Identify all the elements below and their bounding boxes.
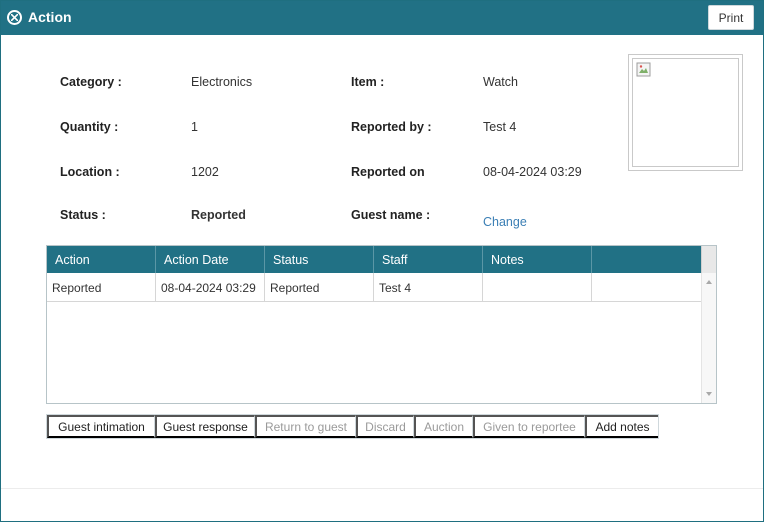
item-value: Watch: [483, 75, 518, 89]
cell-action: Reported: [47, 273, 156, 301]
print-button[interactable]: Print: [708, 5, 754, 30]
change-guest-link[interactable]: Change: [483, 215, 527, 229]
status-label: Status :: [60, 208, 106, 222]
item-label: Item :: [351, 75, 385, 89]
table-row[interactable]: Reported 08-04-2024 03:29 Reported Test …: [47, 273, 702, 302]
cell-extra: [592, 273, 702, 301]
reported-on-value: 08-04-2024 03:29: [483, 165, 582, 179]
action-history-grid: Action Action Date Status Staff Notes Re…: [46, 245, 717, 404]
add-notes-button[interactable]: Add notes: [585, 415, 658, 438]
reported-on-label: Reported on: [351, 165, 425, 179]
reported-by-label: Reported by :: [351, 120, 432, 134]
photo-frame: [632, 58, 739, 167]
guest-name-label: Guest name :: [351, 208, 431, 222]
quantity-label: Quantity :: [60, 120, 119, 134]
cell-notes: [483, 273, 592, 301]
auction-button: Auction: [414, 415, 473, 438]
return-to-guest-button: Return to guest: [255, 415, 356, 438]
category-label: Category :: [60, 75, 122, 89]
item-photo: [628, 54, 743, 171]
location-label: Location :: [60, 165, 120, 179]
given-to-reportee-button: Given to reportee: [473, 415, 585, 438]
title-bar: Action Print: [1, 1, 763, 35]
discard-button: Discard: [356, 415, 414, 438]
guest-intimation-button[interactable]: Guest intimation: [47, 415, 155, 438]
cell-status: Reported: [265, 273, 374, 301]
reported-by-value: Test 4: [483, 120, 517, 134]
column-header-action-date[interactable]: Action Date: [156, 246, 265, 273]
action-dialog: Action Print Category : Electronics Item…: [0, 0, 764, 522]
scroll-up-icon[interactable]: [706, 280, 712, 284]
grid-vertical-scrollbar[interactable]: [701, 273, 716, 403]
status-value: Reported: [191, 208, 246, 222]
cell-staff: Test 4: [374, 273, 483, 301]
cell-action-date: 08-04-2024 03:29: [156, 273, 265, 301]
scroll-down-icon[interactable]: [706, 392, 712, 396]
category-value: Electronics: [191, 75, 253, 89]
location-value: 1202: [191, 165, 219, 179]
scroll-corner: [701, 246, 716, 273]
column-header-extra: [592, 246, 702, 273]
column-header-staff[interactable]: Staff: [374, 246, 483, 273]
grid-header: Action Action Date Status Staff Notes: [47, 246, 702, 273]
action-button-bar: Guest intimation Guest response Return t…: [46, 414, 659, 439]
column-header-status[interactable]: Status: [265, 246, 374, 273]
dialog-title: Action: [28, 9, 72, 25]
column-header-notes[interactable]: Notes: [483, 246, 592, 273]
close-circle-icon[interactable]: [7, 10, 22, 25]
column-header-action[interactable]: Action: [47, 246, 156, 273]
guest-response-button[interactable]: Guest response: [155, 415, 255, 438]
broken-image-icon: [636, 62, 652, 78]
quantity-value: 1: [191, 120, 198, 134]
footer-divider: [1, 488, 763, 489]
